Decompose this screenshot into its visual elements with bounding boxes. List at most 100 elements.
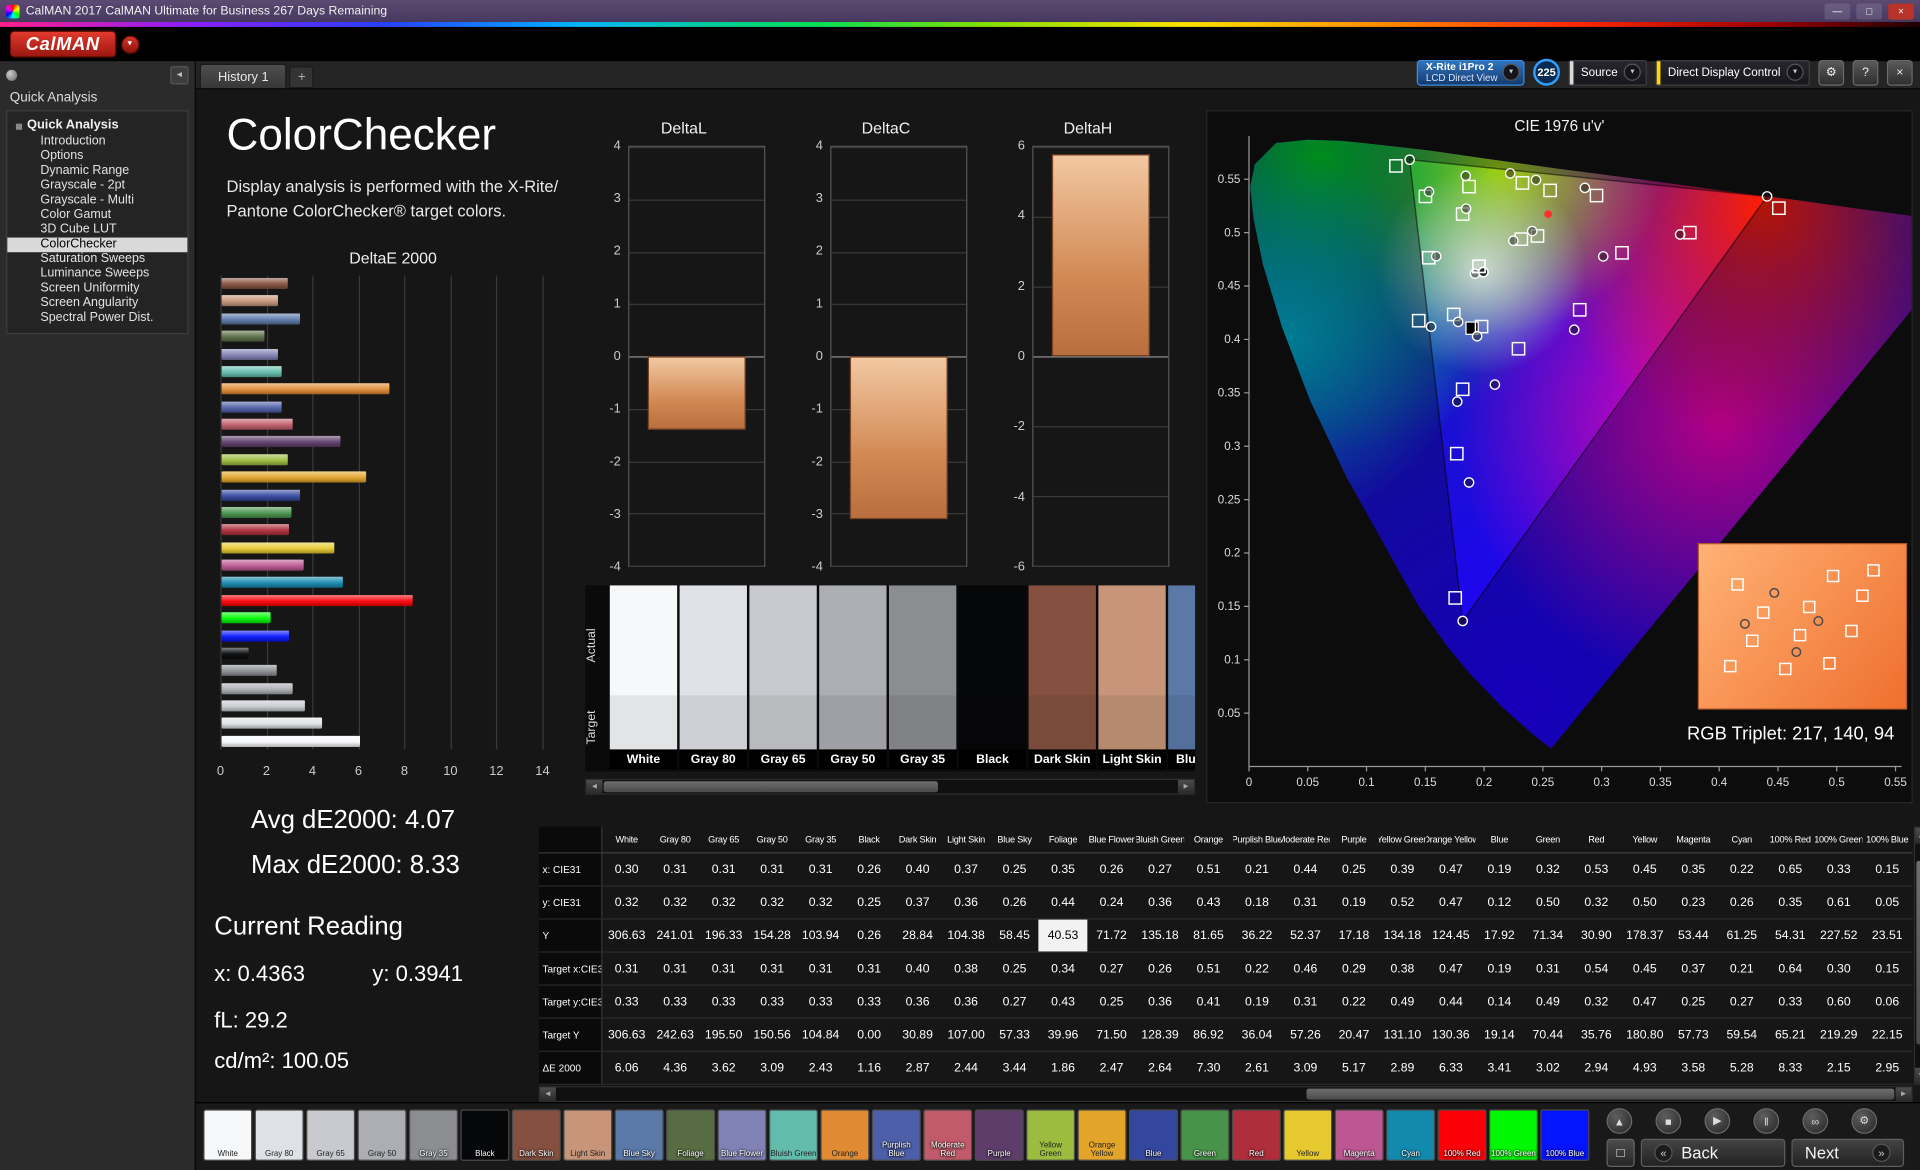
cell-light-skin-Y[interactable]: 104.38: [942, 920, 990, 952]
cell-yellow-green-de[interactable]: 2.89: [1378, 1052, 1426, 1084]
patch-button-blue[interactable]: Blue: [1128, 1109, 1178, 1161]
cell-blue-ty[interactable]: 0.14: [1475, 986, 1523, 1018]
cell-bluish-green-ty[interactable]: 0.36: [1136, 986, 1184, 1018]
cell-magenta-tx[interactable]: 0.37: [1669, 953, 1717, 985]
table-horizontal-scrollbar[interactable]: ◄ ►: [538, 1086, 1913, 1103]
cell-purplish-blue-Y[interactable]: 36.22: [1233, 920, 1281, 952]
cell-gray-35-x[interactable]: 0.31: [796, 853, 844, 885]
cell-100-red-de[interactable]: 8.33: [1766, 1052, 1814, 1084]
cell-purple-Y[interactable]: 17.18: [1330, 920, 1378, 952]
cell-blue-sky-ty[interactable]: 0.27: [990, 986, 1038, 1018]
sidebar-item-grayscale-2pt[interactable]: Grayscale - 2pt: [7, 179, 187, 194]
cell-purple-y[interactable]: 0.19: [1330, 887, 1378, 919]
cell-100-green-x[interactable]: 0.33: [1815, 853, 1863, 885]
cell-moderate-red-de[interactable]: 3.09: [1281, 1052, 1329, 1084]
sidebar-item-quick-analysis-root[interactable]: Quick Analysis: [7, 116, 187, 134]
add-tab-button[interactable]: +: [289, 66, 315, 89]
cell-purplish-blue-tY[interactable]: 36.04: [1233, 1019, 1281, 1051]
cell-yellow-x[interactable]: 0.45: [1621, 853, 1669, 885]
patch-button-blue-sky[interactable]: Blue Sky: [614, 1109, 664, 1161]
source-select-button[interactable]: Source ▼: [1568, 59, 1648, 86]
cell-purplish-blue-ty[interactable]: 0.19: [1233, 986, 1281, 1018]
sidebar-item-luminance-sweeps[interactable]: Luminance Sweeps: [7, 267, 187, 282]
cell-yellow-green-tx[interactable]: 0.38: [1378, 953, 1426, 985]
patch-button-purple[interactable]: Purple: [974, 1109, 1024, 1161]
cell-purple-tY[interactable]: 20.47: [1330, 1019, 1378, 1051]
cell-100-green-tY[interactable]: 219.29: [1815, 1019, 1863, 1051]
cell-100-green-ty[interactable]: 0.60: [1815, 986, 1863, 1018]
cell-orange-de[interactable]: 7.30: [1184, 1052, 1232, 1084]
cell-dark-skin-y[interactable]: 0.37: [893, 887, 941, 919]
cell-magenta-x[interactable]: 0.35: [1669, 853, 1717, 885]
cell-foliage-ty[interactable]: 0.43: [1039, 986, 1087, 1018]
cell-cyan-ty[interactable]: 0.27: [1718, 986, 1766, 1018]
cell-light-skin-de[interactable]: 2.44: [942, 1052, 990, 1084]
cell-dark-skin-Y[interactable]: 28.84: [893, 920, 941, 952]
cell-gray-80-tx[interactable]: 0.31: [651, 953, 699, 985]
cell-orange-yellow-tY[interactable]: 130.36: [1427, 1019, 1475, 1051]
cell-gray-80-x[interactable]: 0.31: [651, 853, 699, 885]
cell-gray-50-tY[interactable]: 150.56: [748, 1019, 796, 1051]
cell-gray-50-y[interactable]: 0.32: [748, 887, 796, 919]
cell-yellow-tY[interactable]: 180.80: [1621, 1019, 1669, 1051]
sidebar-item-saturation-sweeps[interactable]: Saturation Sweeps: [7, 252, 187, 267]
minimize-button[interactable]: —: [1824, 3, 1851, 19]
cell-foliage-Y[interactable]: 40.53: [1038, 919, 1088, 952]
cell-gray-80-ty[interactable]: 0.33: [651, 986, 699, 1018]
cell-gray-50-tx[interactable]: 0.31: [748, 953, 796, 985]
cell-blue-tx[interactable]: 0.19: [1475, 953, 1523, 985]
cell-gray-50-x[interactable]: 0.31: [748, 853, 796, 885]
cell-orange-yellow-y[interactable]: 0.47: [1427, 887, 1475, 919]
cell-magenta-y[interactable]: 0.23: [1669, 887, 1717, 919]
scroll-left-arrow[interactable]: ◄: [540, 1087, 556, 1101]
cell-100-red-ty[interactable]: 0.33: [1766, 986, 1814, 1018]
cell-moderate-red-tY[interactable]: 57.26: [1281, 1019, 1329, 1051]
chevron-down-icon[interactable]: ▼: [1623, 63, 1641, 81]
scroll-track[interactable]: [602, 780, 1178, 793]
patch-button-yellow[interactable]: Yellow: [1283, 1109, 1333, 1161]
cell-light-skin-x[interactable]: 0.37: [942, 853, 990, 885]
sidebar-item-screen-uniformity[interactable]: Screen Uniformity: [7, 282, 187, 297]
play-button[interactable]: ▶: [1704, 1108, 1731, 1134]
help-button[interactable]: ?: [1852, 59, 1879, 86]
cell-orange-Y[interactable]: 81.65: [1184, 920, 1232, 952]
cell-black-tx[interactable]: 0.31: [845, 953, 893, 985]
scroll-right-arrow[interactable]: ►: [1895, 1087, 1912, 1101]
sidebar-item-3d-cube-lut[interactable]: 3D Cube LUT: [7, 223, 187, 238]
patch-button-green[interactable]: Green: [1180, 1109, 1230, 1161]
cell-blue-sky-tY[interactable]: 57.33: [990, 1019, 1038, 1051]
cell-green-tx[interactable]: 0.31: [1524, 953, 1572, 985]
cell-100-red-tx[interactable]: 0.64: [1766, 953, 1814, 985]
stop-button[interactable]: ■: [1655, 1108, 1682, 1134]
cell-100-blue-y[interactable]: 0.05: [1863, 887, 1911, 919]
cell-magenta-ty[interactable]: 0.25: [1669, 986, 1717, 1018]
patch-button-dark-skin[interactable]: Dark Skin: [511, 1109, 561, 1161]
cell-gray-35-Y[interactable]: 103.94: [796, 920, 844, 952]
cell-purplish-blue-tx[interactable]: 0.22: [1233, 953, 1281, 985]
patch-button-magenta[interactable]: Magenta: [1334, 1109, 1384, 1161]
patch-button-purplish-blue[interactable]: Purplish Blue: [871, 1109, 921, 1161]
cell-100-green-tx[interactable]: 0.30: [1815, 953, 1863, 985]
patch-button-cyan[interactable]: Cyan: [1386, 1109, 1436, 1161]
cell-orange-yellow-ty[interactable]: 0.44: [1427, 986, 1475, 1018]
cell-gray-50-Y[interactable]: 154.28: [748, 920, 796, 952]
cell-moderate-red-tx[interactable]: 0.46: [1281, 953, 1329, 985]
sidebar-collapse-button[interactable]: ◄: [170, 65, 189, 84]
cell-black-tY[interactable]: 0.00: [845, 1019, 893, 1051]
table-vertical-scrollbar[interactable]: ▲ ▼: [1913, 826, 1920, 1085]
maximize-button[interactable]: □: [1856, 3, 1883, 19]
cell-orange-yellow-Y[interactable]: 124.45: [1427, 920, 1475, 952]
cell-100-green-de[interactable]: 2.15: [1815, 1052, 1863, 1084]
cell-cyan-de[interactable]: 5.28: [1718, 1052, 1766, 1084]
scroll-up-arrow[interactable]: ▲: [1915, 827, 1920, 844]
cell-green-de[interactable]: 3.02: [1524, 1052, 1572, 1084]
next-button[interactable]: Next »: [1791, 1138, 1905, 1167]
cell-purplish-blue-x[interactable]: 0.21: [1233, 853, 1281, 885]
patch-button-100-green[interactable]: 100% Green: [1488, 1109, 1538, 1161]
cell-black-de[interactable]: 1.16: [845, 1052, 893, 1084]
cell-gray-65-tx[interactable]: 0.31: [699, 953, 747, 985]
patch-button-yellow-green[interactable]: Yellow Green: [1026, 1109, 1076, 1161]
cell-light-skin-tY[interactable]: 107.00: [942, 1019, 990, 1051]
chevron-down-icon[interactable]: ▼: [120, 34, 139, 54]
cell-white-ty[interactable]: 0.33: [602, 986, 650, 1018]
